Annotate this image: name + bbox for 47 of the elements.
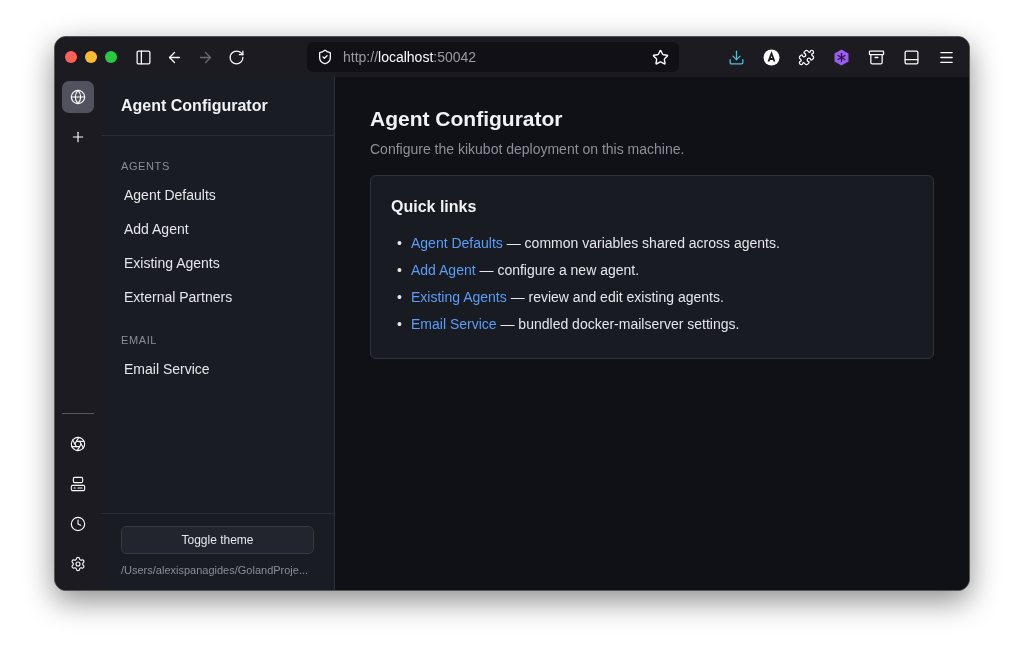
bookmark-star-icon[interactable] — [652, 48, 669, 66]
nav-item[interactable]: Add Agent — [113, 212, 322, 246]
globe-icon — [70, 89, 86, 105]
close-button[interactable] — [65, 51, 77, 63]
page-title: Agent Configurator — [370, 107, 564, 131]
quick-link-item: Existing Agents — review and edit existing agents. — [411, 288, 724, 307]
card-title: Quick links — [391, 198, 478, 216]
project-path: /Users/alexispanagides/GolandProje... — [121, 564, 310, 576]
bullet: • — [397, 288, 403, 307]
clock-icon — [70, 516, 86, 532]
reload-icon[interactable] — [228, 48, 245, 66]
quick-link-item: Agent Defaults — common variables shared across agents. — [411, 234, 780, 253]
url-text: http://localhost:50042 — [343, 49, 478, 65]
toggle-theme-button[interactable]: Toggle theme — [121, 526, 314, 554]
account-icon[interactable] — [763, 48, 780, 66]
shield-icon — [317, 49, 333, 65]
computer-icon — [70, 476, 86, 492]
nav-item[interactable]: Existing Agents — [113, 246, 322, 280]
settings-icon — [70, 556, 86, 572]
sidebar-title: Agent Configurator — [121, 97, 268, 115]
quick-link-item: Email Service — bundled docker-mailserver settings. — [411, 315, 740, 334]
nav-item[interactable]: External Partners — [113, 280, 322, 314]
link[interactable]: Add Agent — [411, 262, 476, 278]
section-heading: AGENTS — [120, 159, 171, 174]
quick-link-item: Add Agent — configure a new agent. — [411, 261, 640, 280]
download-icon[interactable] — [728, 48, 745, 66]
nav-item[interactable]: Agent Defaults — [113, 178, 322, 212]
bullet: • — [397, 261, 403, 280]
link[interactable]: Existing Agents — [411, 289, 507, 305]
maximize-button[interactable] — [105, 51, 117, 63]
link[interactable]: Agent Defaults — [411, 235, 503, 251]
snowflake-extension-icon[interactable] — [833, 48, 850, 66]
plus-icon — [70, 129, 86, 145]
extensions-icon[interactable] — [798, 48, 815, 66]
bullet: • — [397, 234, 403, 253]
archive-icon[interactable] — [868, 48, 885, 66]
page-subtitle: Configure the kikubot deployment on this machine. — [370, 141, 686, 157]
sidebar-toggle-icon[interactable] — [135, 48, 152, 66]
rail-button[interactable] — [62, 81, 94, 113]
address-bar[interactable]: http://localhost:50042 — [307, 42, 679, 72]
section-heading: EMAIL — [120, 333, 158, 348]
aperture-icon — [70, 436, 86, 452]
minimize-button[interactable] — [85, 51, 97, 63]
panel-icon[interactable] — [903, 48, 920, 66]
bullet: • — [397, 315, 403, 334]
nav-item[interactable]: Email Service — [113, 352, 322, 386]
link[interactable]: Email Service — [411, 316, 497, 332]
